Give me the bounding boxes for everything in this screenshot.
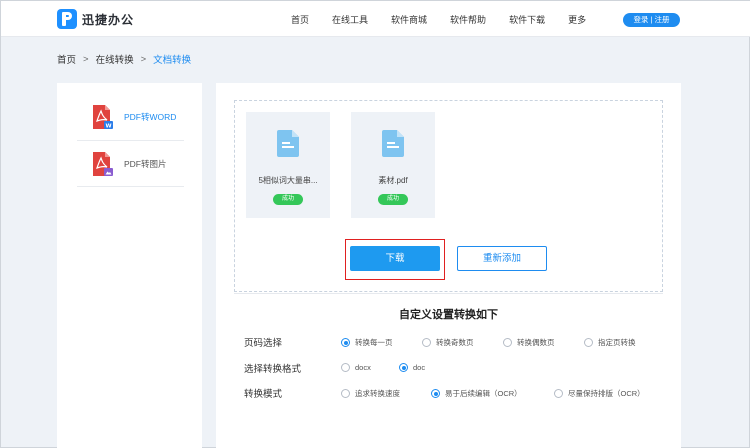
radio-label: 转换每一页 (355, 338, 393, 347)
radio-unselected-icon (584, 338, 593, 347)
breadcrumb-section[interactable]: 在线转换 (96, 52, 134, 66)
radio-label: 易于后续编辑（OCR） (445, 389, 522, 398)
radio-label: 指定页转换 (598, 338, 636, 347)
logo-icon (57, 9, 77, 29)
radio-even-pages[interactable]: 转换偶数页 (503, 337, 555, 348)
output-format-row: 选择转换格式 (244, 361, 341, 375)
settings-title: 自定义设置转换如下 (399, 309, 498, 321)
download-button[interactable]: 下载 (350, 246, 440, 271)
file-dropzone[interactable]: 5相似词大量串... 成功 素材.pdf 成功 下载 重新添加 (234, 100, 663, 292)
svg-text:W: W (105, 124, 111, 130)
nav-more[interactable]: 更多 (568, 13, 586, 26)
sidebar-item-label: PDF转WORD (124, 112, 177, 122)
sidebar-item-label: PDF转图片 (124, 158, 167, 169)
radio-label: 尽量保持排版（OCR） (568, 389, 645, 398)
breadcrumb: 首页 > 在线转换 > 文档转换 (57, 52, 192, 67)
nav-software-download[interactable]: 软件下载 (509, 13, 545, 26)
page-selection-row: 页码选择 (244, 335, 341, 349)
option-label: 页码选择 (244, 338, 283, 349)
section-divider (234, 293, 663, 294)
document-icon (382, 130, 404, 157)
radio-specified-pages[interactable]: 指定页转换 (584, 337, 636, 348)
brand-logo[interactable]: 迅捷办公 (57, 9, 134, 29)
radio-mode-layout-ocr[interactable]: 尽量保持排版（OCR） (554, 388, 645, 399)
file-name: 5相似词大量串... (258, 176, 318, 185)
conversion-mode-row: 转换模式 (244, 386, 341, 400)
option-label: 选择转换格式 (244, 364, 302, 375)
document-icon (277, 130, 299, 157)
nav-online-tools[interactable]: 在线工具 (332, 13, 368, 26)
radio-label: docx (355, 363, 371, 372)
radio-selected-icon (341, 338, 350, 347)
radio-unselected-icon (554, 389, 563, 398)
radio-unselected-icon (503, 338, 512, 347)
status-badge: 成功 (378, 194, 408, 205)
radio-mode-speed[interactable]: 追求转换速度 (341, 388, 400, 399)
radio-label: doc (413, 363, 426, 372)
re-add-button[interactable]: 重新添加 (457, 246, 547, 271)
conversion-panel: 5相似词大量串... 成功 素材.pdf 成功 下载 重新添加 自定义设置转换如… (216, 83, 681, 448)
radio-odd-pages[interactable]: 转换奇数页 (422, 337, 474, 348)
radio-unselected-icon (341, 389, 350, 398)
radio-selected-icon (431, 389, 440, 398)
radio-every-page[interactable]: 转换每一页 (341, 337, 393, 348)
breadcrumb-home[interactable]: 首页 (57, 52, 76, 66)
sidebar: W PDF转WORD PDF转图片 (57, 83, 202, 448)
radio-label: 追求转换速度 (355, 389, 400, 398)
option-label: 转换模式 (244, 389, 283, 400)
top-header: 迅捷办公 首页 在线工具 软件商城 软件帮助 软件下载 更多 登录 | 注册 (1, 1, 750, 37)
main-nav: 首页 在线工具 软件商城 软件帮助 软件下载 更多 (291, 1, 609, 37)
file-card[interactable]: 5相似词大量串... 成功 (246, 112, 330, 218)
sidebar-item-pdf-to-image[interactable]: PDF转图片 (77, 141, 184, 187)
nav-software-help[interactable]: 软件帮助 (450, 13, 486, 26)
nav-software-store[interactable]: 软件商城 (391, 13, 427, 26)
pdf-word-icon: W (91, 105, 113, 130)
radio-label: 转换奇数页 (436, 338, 474, 347)
radio-format-doc[interactable]: doc (399, 363, 425, 372)
radio-format-docx[interactable]: docx (341, 363, 371, 372)
login-register-button[interactable]: 登录 | 注册 (623, 13, 680, 27)
sidebar-item-pdf-to-word[interactable]: W PDF转WORD (77, 94, 184, 141)
pdf-image-icon (91, 151, 113, 176)
breadcrumb-separator: > (83, 53, 89, 65)
radio-selected-icon (399, 363, 408, 372)
status-badge: 成功 (273, 194, 303, 205)
radio-unselected-icon (341, 363, 350, 372)
radio-unselected-icon (422, 338, 431, 347)
brand-name: 迅捷办公 (82, 12, 135, 27)
radio-label: 转换偶数页 (517, 338, 555, 347)
radio-mode-editable-ocr[interactable]: 易于后续编辑（OCR） (431, 388, 522, 399)
nav-home[interactable]: 首页 (291, 13, 309, 26)
file-name: 素材.pdf (378, 176, 408, 185)
breadcrumb-separator: > (140, 53, 147, 65)
file-card[interactable]: 素材.pdf 成功 (351, 112, 435, 218)
breadcrumb-current: 文档转换 (153, 55, 192, 66)
